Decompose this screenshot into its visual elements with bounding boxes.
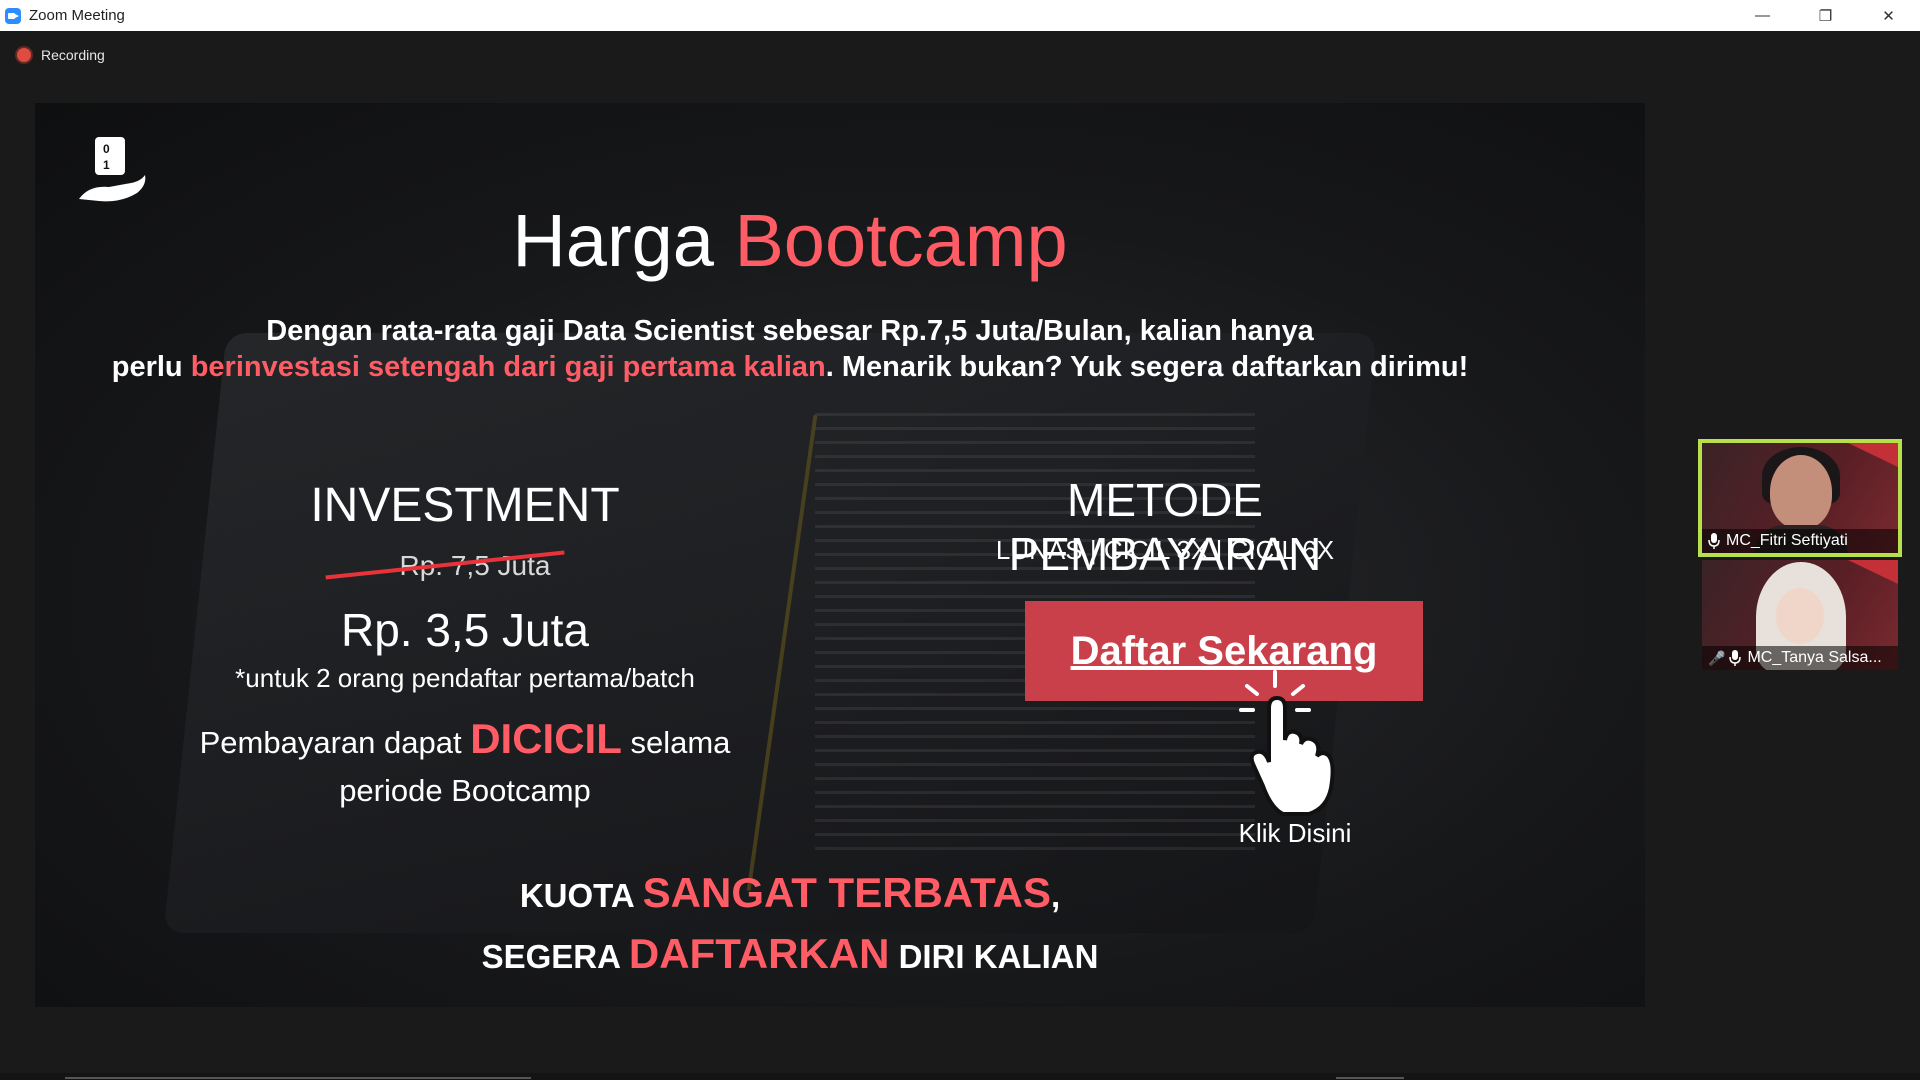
participant-name: MC_Fitri Seftiyati — [1726, 532, 1848, 549]
participant-nametag: MC_Fitri Seftiyati — [1702, 529, 1898, 553]
minimize-button[interactable]: — — [1731, 0, 1794, 31]
quota-line-2-end: DIRI KALIAN — [889, 937, 1099, 975]
close-button[interactable]: ✕ — [1857, 0, 1920, 31]
headline-accent: Bootcamp — [734, 199, 1068, 282]
intro-line-2-end: . Menarik bukan? Yuk segera daftarkan di… — [825, 351, 1469, 384]
investment-title: INVESTMENT — [310, 479, 620, 532]
price-note: *untuk 2 orang pendaftar pertama/batch — [235, 663, 695, 693]
pointing-hand-icon — [1239, 670, 1335, 816]
participant-face — [1770, 455, 1832, 529]
svg-text:1: 1 — [103, 158, 110, 172]
headline-white: Harga — [512, 199, 735, 282]
quota-line-1: KUOTA SANGAT TERBATAS, — [285, 863, 1295, 924]
installment-text: Pembayaran dapat DICICIL selama periode … — [135, 710, 795, 812]
quota-text: KUOTA SANGAT TERBATAS, SEGERA DAFTARKAN … — [285, 863, 1295, 985]
recording-indicator[interactable]: Recording — [17, 47, 105, 63]
recording-dot-icon — [17, 48, 31, 62]
bottom-divider — [65, 1077, 531, 1079]
shared-screen-slide: 0 1 Harga Bootcamp Dengan rata-rata gaji… — [35, 103, 1645, 1007]
window-titlebar: Zoom Meeting — ❐ ✕ — [0, 0, 1920, 31]
participant-face — [1776, 588, 1824, 644]
quota-line-2-start: SEGERA — [481, 937, 629, 975]
quota-line-2: SEGERA DAFTARKAN DIRI KALIAN — [285, 924, 1295, 985]
installment-line-2: periode Bootcamp — [339, 772, 591, 808]
slide-headline: Harga Bootcamp — [35, 198, 1545, 283]
installment-mid: selama — [621, 725, 731, 760]
quota-line-1-accent: SANGAT TERBATAS — [642, 869, 1051, 916]
mic-icon — [1729, 650, 1742, 666]
participant-nametag: 🎤 MC_Tanya Salsa... — [1702, 646, 1898, 670]
bottom-divider-short — [1336, 1077, 1404, 1079]
mic-icon — [1708, 533, 1720, 549]
participant-tile-fitri[interactable]: MC_Fitri Seftiyati — [1698, 439, 1902, 557]
svg-text:0: 0 — [103, 142, 110, 156]
participant-name: MC_Tanya Salsa... — [1747, 649, 1882, 666]
register-now-button[interactable]: Daftar Sekarang — [1025, 601, 1423, 701]
intro-line-1: Dengan rata-rata gaji Data Scientist seb… — [266, 315, 1314, 347]
intro-line-2-accent: berinvestasi setengah dari gaji pertama … — [190, 351, 826, 384]
restore-button[interactable]: ❐ — [1794, 0, 1857, 31]
zoom-app-icon — [5, 7, 21, 24]
intro-line-2-start: perlu — [111, 351, 191, 384]
window-title: Zoom Meeting — [29, 7, 125, 24]
participant-tile-tanya[interactable]: 🎤 MC_Tanya Salsa... — [1702, 560, 1898, 670]
installment-accent: DICICIL — [470, 715, 622, 762]
register-now-label: Daftar Sekarang — [1070, 628, 1378, 673]
new-price: Rp. 3,5 Juta — [340, 604, 590, 656]
mic-muted-icon: 🎤 — [1708, 649, 1726, 666]
intro-text: Dengan rata-rata gaji Data Scientist seb… — [95, 313, 1485, 386]
quota-line-1-start: KUOTA — [519, 877, 643, 914]
payment-method-options: LUNAS | CICIL 3X | CICIL 6X — [995, 535, 1335, 565]
recording-label: Recording — [41, 47, 105, 63]
quota-line-2-accent: DAFTARKAN — [628, 929, 890, 977]
window-controls: — ❐ ✕ — [1731, 0, 1920, 31]
installment-start: Pembayaran dapat — [199, 725, 471, 760]
click-here-label: Klik Disini — [1238, 818, 1352, 848]
old-price: Rp. 7,5 Juta — [399, 550, 551, 581]
intro-line-2: perlu berinvestasi setengah dari gaji pe… — [95, 349, 1485, 385]
quota-line-1-end: , — [1050, 877, 1061, 914]
